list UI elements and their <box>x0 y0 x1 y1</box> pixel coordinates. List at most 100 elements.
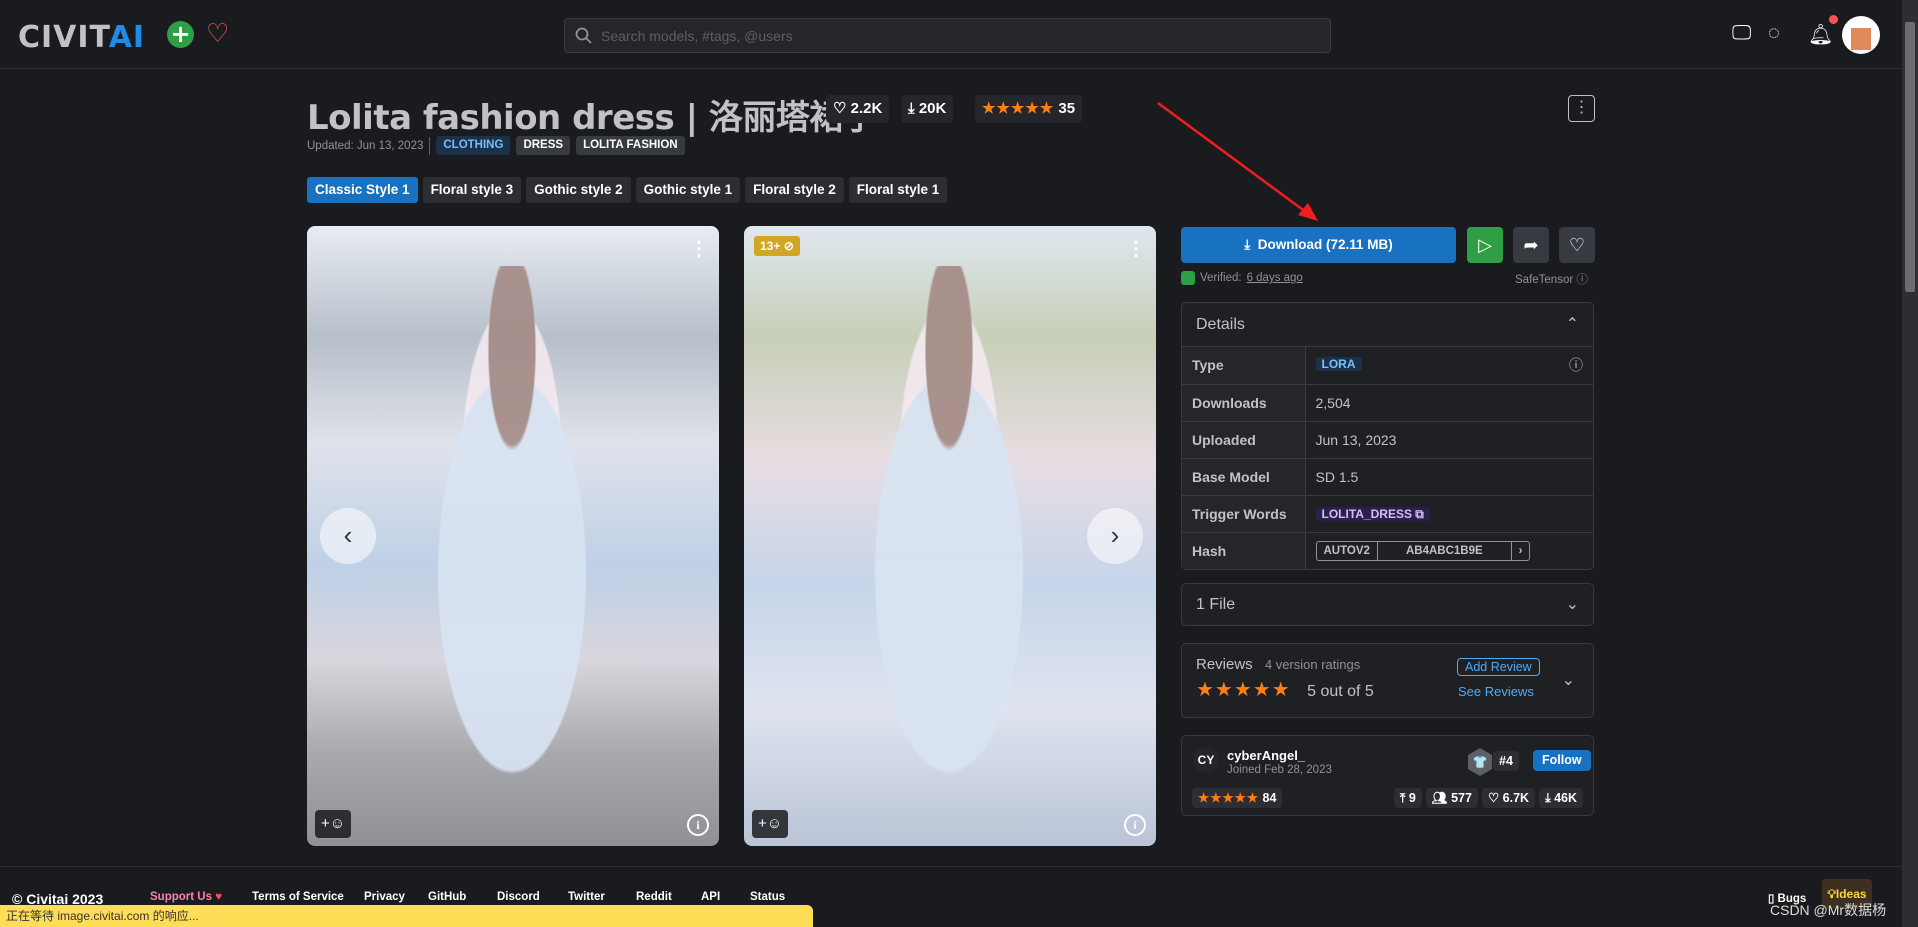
creator-card: CY cyberAngel_ Joined Feb 28, 2023 👕 #4 … <box>1181 735 1594 816</box>
gallery-image[interactable]: 13+ ⊘ ⋮ › +☺ i <box>744 226 1156 846</box>
add-reaction-button[interactable]: +☺ <box>752 810 789 838</box>
screen-share-icon[interactable]: 🖵 <box>1732 22 1751 45</box>
version-tab[interactable]: Floral style 1 <box>848 177 948 203</box>
downloads-stat: ⤓ 20K <box>901 95 954 123</box>
info-icon[interactable]: ⓘ <box>1569 355 1583 375</box>
reviews-panel: Reviews 4 version ratings ★★★★★ 5 out of… <box>1181 643 1594 718</box>
details-table: Type LORA ⓘ Downloads 2,504 Uploaded Jun 13,… <box>1182 347 1593 569</box>
download-button[interactable]: ⤓ Download (72.11 MB) <box>1181 227 1456 263</box>
rating-stat[interactable]: ★★★★★ 35 <box>975 95 1083 123</box>
age-rating-badge[interactable]: 13+ ⊘ <box>754 236 800 256</box>
trigger-word-copy[interactable]: LOLITA_DRESS ⧉ <box>1315 506 1430 521</box>
chevron-down-icon: ⌄ <box>1565 596 1579 613</box>
version-tab[interactable]: Gothic style 1 <box>635 177 741 203</box>
support-heart-icon[interactable]: ♡ <box>206 18 229 49</box>
details-panel: Details ⌃ Type LORA ⓘ Downloads 2,504 Upload… <box>1181 302 1594 570</box>
details-header[interactable]: Details ⌃ <box>1182 303 1593 347</box>
version-tab[interactable]: Classic Style 1 <box>307 177 418 203</box>
meta-row: Updated: Jun 13, 2023 CLOTHING DRESS LOL… <box>307 136 685 155</box>
version-tab[interactable]: Gothic style 2 <box>526 177 631 203</box>
footer-link[interactable]: Discord <box>497 891 540 903</box>
footer-link[interactable]: API <box>701 891 720 903</box>
version-tab[interactable]: Floral style 2 <box>745 177 844 203</box>
prev-arrow-button[interactable]: ‹ <box>320 508 376 564</box>
likes-count: 2.2K <box>850 100 883 117</box>
star-icons: ★★★★★ <box>1198 791 1260 805</box>
image-menu-icon[interactable]: ⋮ <box>689 236 709 261</box>
logo-accent: AI <box>108 20 146 55</box>
type-badge: LORA <box>1315 357 1362 372</box>
search-bar[interactable] <box>564 18 1331 53</box>
follow-button[interactable]: Follow <box>1533 750 1591 771</box>
gallery-image[interactable]: ⋮ ‹ +☺ i <box>307 226 719 846</box>
downloads-stat: ⤓ 46K <box>1539 788 1583 808</box>
user-avatar[interactable] <box>1842 16 1880 54</box>
likes-stat[interactable]: ♡ 2.2K <box>826 95 890 123</box>
footer-divider <box>0 866 1902 867</box>
create-plus-icon[interactable]: + <box>167 21 194 48</box>
table-row: Type LORA ⓘ <box>1182 347 1593 384</box>
add-reaction-button[interactable]: +☺ <box>315 810 352 838</box>
tag-badge[interactable]: LOLITA FASHION <box>576 136 685 155</box>
info-icon[interactable]: i <box>1124 814 1146 836</box>
tag-badge[interactable]: DRESS <box>516 136 571 155</box>
downloads-count: 20K <box>918 100 947 117</box>
logo-text: CIVIT <box>18 20 109 55</box>
footer-link[interactable]: Twitter <box>568 891 605 903</box>
footer-link[interactable]: GitHub <box>428 891 466 903</box>
version-tabs: Classic Style 1 Floral style 3 Gothic st… <box>307 177 948 203</box>
share-button[interactable]: ➦ <box>1513 227 1549 263</box>
table-row: Uploaded Jun 13, 2023 <box>1182 420 1593 458</box>
image-menu-icon[interactable]: ⋮ <box>1126 236 1146 261</box>
more-options-button[interactable]: ⋮ <box>1568 95 1595 122</box>
safetensor-label[interactable]: SafeTensor ⓘ <box>1515 271 1588 287</box>
watermark: CSDN @Mr数据杨 <box>1770 902 1887 918</box>
chevron-down-icon[interactable]: ⌄ <box>1562 670 1575 690</box>
scrollbar-thumb[interactable] <box>1905 22 1915 292</box>
likes-stat: ♡ 6.7K <box>1481 788 1536 808</box>
annotation-arrow <box>1157 101 1318 221</box>
hash-selector[interactable]: AUTOV2 AB4ABC1B9E › <box>1315 540 1531 561</box>
run-play-button[interactable]: ▷ <box>1467 227 1503 263</box>
table-row: Hash AUTOV2 AB4ABC1B9E › <box>1182 531 1593 569</box>
files-panel[interactable]: 1 File ⌄ <box>1181 583 1594 626</box>
rank-badge-icon: 👕 <box>1468 748 1492 776</box>
footer-link[interactable]: Reddit <box>636 891 672 903</box>
see-reviews-link[interactable]: See Reviews <box>1458 684 1534 699</box>
tag-badge[interactable]: CLOTHING <box>436 136 511 155</box>
footer-link[interactable]: Terms of Service <box>252 891 344 903</box>
favorite-heart-button[interactable]: ♡ <box>1559 227 1595 263</box>
add-review-button[interactable]: Add Review <box>1457 658 1540 676</box>
creator-name[interactable]: cyberAngel_ <box>1227 748 1305 763</box>
verified-time-link[interactable]: 6 days ago <box>1247 272 1303 284</box>
info-icon[interactable]: i <box>687 814 709 836</box>
updated-date: Updated: Jun 13, 2023 <box>307 139 424 152</box>
civitai-logo[interactable]: CIVITAI <box>18 20 145 55</box>
image-content <box>834 266 1064 826</box>
footer-link[interactable]: Status <box>750 891 785 903</box>
hide-eye-icon[interactable]: ◌ <box>1768 22 1780 45</box>
star-icons: ★★★★★ <box>1196 679 1291 701</box>
rating-count: 35 <box>1058 100 1076 117</box>
search-icon <box>575 27 592 44</box>
search-input[interactable] <box>601 27 1301 44</box>
table-row: Base Model SD 1.5 <box>1182 457 1593 495</box>
bell-icon[interactable]: 🔔︎ <box>1808 22 1833 47</box>
star-icons: ★★★★★ <box>982 100 1055 117</box>
rank-label: #4 <box>1493 751 1519 771</box>
download-icon: ⤓ <box>1244 237 1251 252</box>
followers-stat: 👥︎ 577 <box>1425 788 1478 808</box>
notification-dot <box>1829 15 1838 24</box>
table-row: Downloads 2,504 <box>1182 383 1593 421</box>
uploads-stat: ⤒ 9 <box>1393 788 1422 808</box>
footer-link[interactable]: Support Us ♥ <box>150 891 222 903</box>
creator-avatar[interactable]: CY <box>1193 747 1219 773</box>
footer-link[interactable]: Privacy <box>364 891 405 903</box>
verified-row: Verified: 6 days ago <box>1181 271 1303 285</box>
table-row: Trigger Words LOLITA_DRESS ⧉ <box>1182 494 1593 532</box>
chevron-up-icon: ⌃ <box>1565 316 1579 333</box>
next-arrow-button[interactable]: › <box>1087 508 1143 564</box>
version-tab[interactable]: Floral style 3 <box>422 177 522 203</box>
page-title: Lolita fashion dress | 洛丽塔裙子 <box>307 98 877 138</box>
browser-status-bar: 正在等待 image.civitai.com 的响应... <box>0 905 813 927</box>
